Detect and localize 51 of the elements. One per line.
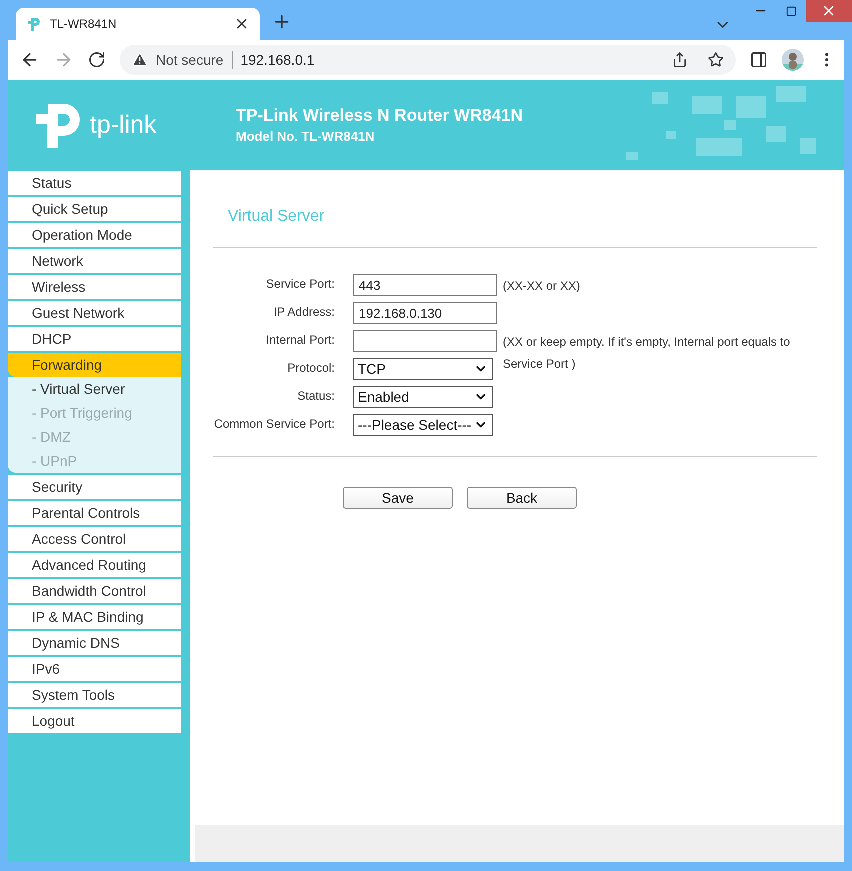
tab-title: TL-WR841N — [50, 17, 118, 31]
sidebar-item[interactable]: Wireless — [8, 275, 181, 299]
sidebar-item[interactable]: Status — [8, 171, 181, 195]
sidebar-item[interactable]: DHCP — [8, 327, 181, 351]
sidebar-item[interactable]: Bandwidth Control — [8, 579, 181, 603]
header-title: TP-Link Wireless N Router WR841N — [236, 106, 524, 126]
url-text: 192.168.0.1 — [240, 52, 316, 68]
sidebar-item[interactable]: Access Control — [8, 527, 181, 551]
field-label: Status: — [296, 388, 336, 405]
sidebar-item[interactable]: Logout — [8, 709, 181, 733]
sidebar-item[interactable]: System Tools — [8, 683, 181, 707]
field-label: Protocol: — [286, 360, 336, 377]
text-field[interactable]: 192.168.0.130 — [353, 302, 497, 324]
field-label: Internal Port: — [265, 332, 336, 349]
tp-link-logo-icon — [26, 16, 42, 32]
side-panel-icon[interactable] — [750, 51, 768, 69]
warning-icon — [132, 52, 148, 68]
sidebar-item[interactable]: IPv6 — [8, 657, 181, 681]
sidebar-item[interactable]: Security — [8, 475, 181, 499]
sidebar-item[interactable]: Operation Mode — [8, 223, 181, 247]
text-field[interactable]: 443 — [353, 274, 497, 296]
dropdown[interactable]: ---Please Select--- — [353, 414, 493, 436]
sidebar-item[interactable]: Dynamic DNS — [8, 631, 181, 655]
sidebar-item[interactable]: Parental Controls — [8, 501, 181, 525]
field-label: Common Service Port: — [213, 416, 336, 433]
sidebar-item[interactable]: Guest Network — [8, 301, 181, 325]
share-icon[interactable] — [672, 52, 688, 68]
address-bar[interactable]: Not secure 192.168.0.1 — [120, 45, 736, 75]
field-label: IP Address: — [272, 304, 336, 321]
field-hint: (XX or keep empty. If it's empty, Internal port equals to Service Port ) — [502, 334, 792, 373]
field-label: Service Port: — [265, 276, 336, 293]
browser-tab[interactable]: TL-WR841N — [16, 8, 260, 40]
model-number: Model No. TL-WR841N — [236, 129, 376, 144]
star-icon[interactable] — [708, 52, 724, 68]
sidebar-item[interactable]: Network — [8, 249, 181, 273]
security-label: Not secure — [156, 51, 233, 69]
form-button[interactable]: Back — [467, 487, 577, 509]
field-hint: (XX-XX or XX) — [502, 278, 582, 295]
dropdown[interactable]: TCP — [353, 358, 493, 380]
page-title: Virtual Server — [227, 208, 326, 227]
sidebar-item[interactable]: IP & MAC Binding — [8, 605, 181, 629]
dropdown[interactable]: Enabled — [353, 386, 493, 408]
sidebar-item[interactable]: Advanced Routing — [8, 553, 181, 577]
avatar[interactable] — [782, 49, 804, 71]
sidebar-item[interactable]: Quick Setup — [8, 197, 181, 221]
sidebar-item[interactable]: Forwarding — [8, 353, 181, 377]
form-button[interactable]: Save — [343, 487, 453, 509]
submenu-item[interactable]: - Virtual Server — [8, 377, 181, 401]
text-field[interactable] — [353, 330, 497, 352]
logo-text: tp-link — [90, 110, 157, 140]
reload-icon[interactable] — [88, 51, 106, 69]
